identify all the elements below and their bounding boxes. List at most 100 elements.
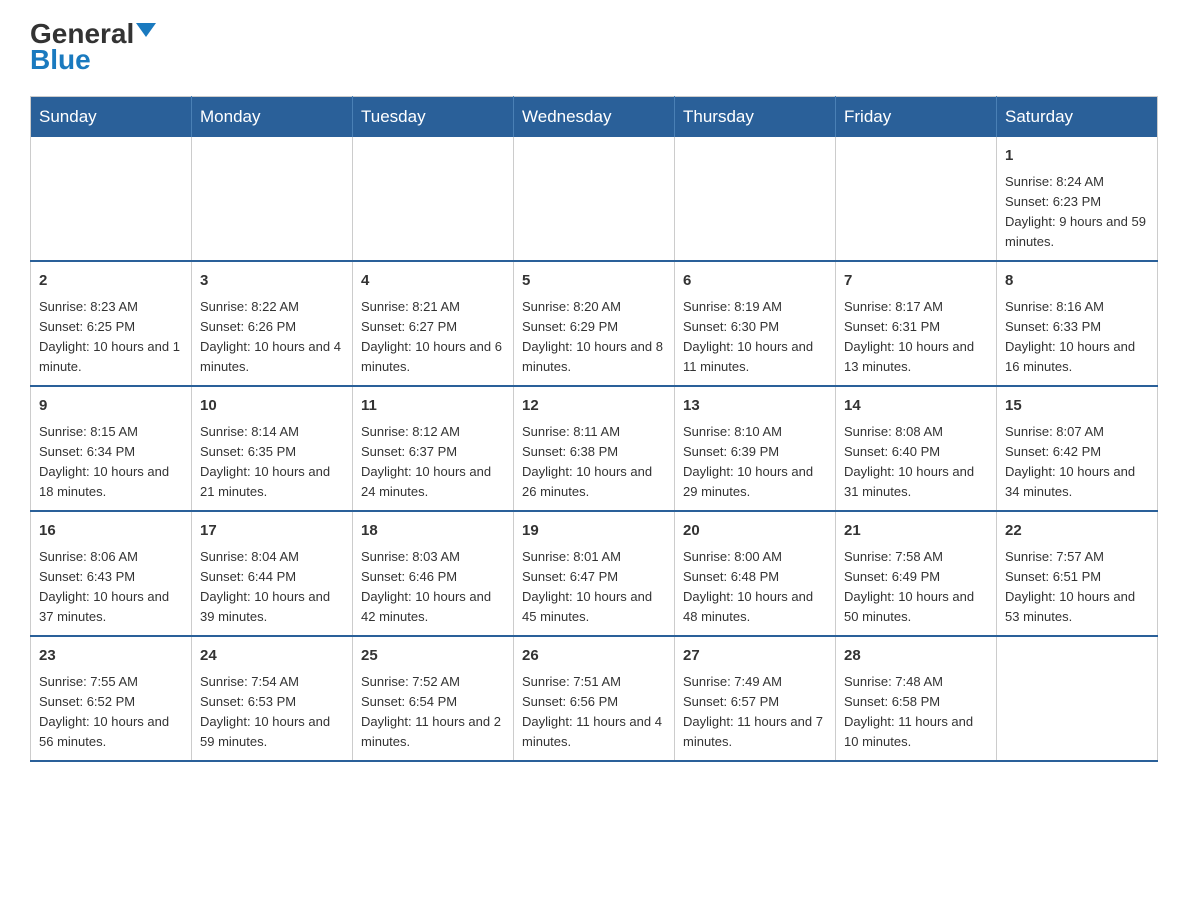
calendar-day-cell [353, 137, 514, 261]
calendar-day-cell: 1 Sunrise: 8:24 AM Sunset: 6:23 PM Daylig… [997, 137, 1158, 261]
day-info: Sunrise: 8:20 AM Sunset: 6:29 PM Dayligh… [522, 297, 666, 378]
calendar-day-cell: 18 Sunrise: 8:03 AM Sunset: 6:46 PM Dayli… [353, 511, 514, 636]
calendar-day-cell: 2 Sunrise: 8:23 AM Sunset: 6:25 PM Daylig… [31, 261, 192, 386]
logo-triangle-icon [136, 23, 156, 37]
calendar-day-cell: 22 Sunrise: 7:57 AM Sunset: 6:51 PM Dayli… [997, 511, 1158, 636]
calendar-day-cell [192, 137, 353, 261]
day-info: Sunrise: 7:49 AM Sunset: 6:57 PM Dayligh… [683, 672, 827, 753]
day-info: Sunrise: 8:23 AM Sunset: 6:25 PM Dayligh… [39, 297, 183, 378]
calendar-day-cell [31, 137, 192, 261]
day-info: Sunrise: 8:15 AM Sunset: 6:34 PM Dayligh… [39, 422, 183, 503]
day-number: 10 [200, 395, 344, 418]
day-info: Sunrise: 7:58 AM Sunset: 6:49 PM Dayligh… [844, 547, 988, 628]
calendar-day-cell: 28 Sunrise: 7:48 AM Sunset: 6:58 PM Dayli… [836, 636, 997, 761]
day-number: 17 [200, 520, 344, 543]
calendar-week-row: 9Sunrise: 8:15 AM Sunset: 6:34 PM Daylig… [31, 386, 1158, 511]
day-number: 1 [1005, 145, 1149, 168]
day-number: 4 [361, 270, 505, 293]
day-number: 13 [683, 395, 827, 418]
calendar-day-cell: 7Sunrise: 8:17 AM Sunset: 6:31 PM Daylig… [836, 261, 997, 386]
calendar-day-cell: 17 Sunrise: 8:04 AM Sunset: 6:44 PM Dayli… [192, 511, 353, 636]
day-of-week-header: Wednesday [514, 97, 675, 138]
day-info: Sunrise: 8:14 AM Sunset: 6:35 PM Dayligh… [200, 422, 344, 503]
day-number: 8 [1005, 270, 1149, 293]
day-number: 12 [522, 395, 666, 418]
calendar-day-cell: 6 Sunrise: 8:19 AM Sunset: 6:30 PM Daylig… [675, 261, 836, 386]
calendar-day-cell: 19Sunrise: 8:01 AM Sunset: 6:47 PM Dayli… [514, 511, 675, 636]
day-info: Sunrise: 7:51 AM Sunset: 6:56 PM Dayligh… [522, 672, 666, 753]
day-number: 22 [1005, 520, 1149, 543]
calendar-day-cell: 8 Sunrise: 8:16 AM Sunset: 6:33 PM Daylig… [997, 261, 1158, 386]
calendar-day-cell: 24Sunrise: 7:54 AM Sunset: 6:53 PM Dayli… [192, 636, 353, 761]
day-of-week-header: Tuesday [353, 97, 514, 138]
day-number: 21 [844, 520, 988, 543]
calendar-day-cell [675, 137, 836, 261]
calendar-day-cell: 27 Sunrise: 7:49 AM Sunset: 6:57 PM Dayli… [675, 636, 836, 761]
day-info: Sunrise: 8:24 AM Sunset: 6:23 PM Dayligh… [1005, 172, 1149, 253]
day-info: Sunrise: 7:57 AM Sunset: 6:51 PM Dayligh… [1005, 547, 1149, 628]
day-info: Sunrise: 8:22 AM Sunset: 6:26 PM Dayligh… [200, 297, 344, 378]
calendar-day-cell: 13 Sunrise: 8:10 AM Sunset: 6:39 PM Dayli… [675, 386, 836, 511]
day-info: Sunrise: 7:54 AM Sunset: 6:53 PM Dayligh… [200, 672, 344, 753]
day-info: Sunrise: 8:08 AM Sunset: 6:40 PM Dayligh… [844, 422, 988, 503]
calendar-day-cell: 10 Sunrise: 8:14 AM Sunset: 6:35 PM Dayli… [192, 386, 353, 511]
day-number: 23 [39, 645, 183, 668]
calendar-day-cell: 26 Sunrise: 7:51 AM Sunset: 6:56 PM Dayli… [514, 636, 675, 761]
calendar-week-row: 16 Sunrise: 8:06 AM Sunset: 6:43 PM Dayli… [31, 511, 1158, 636]
calendar-day-cell: 14Sunrise: 8:08 AM Sunset: 6:40 PM Dayli… [836, 386, 997, 511]
day-number: 18 [361, 520, 505, 543]
day-number: 28 [844, 645, 988, 668]
calendar-table: SundayMondayTuesdayWednesdayThursdayFrid… [30, 96, 1158, 762]
day-info: Sunrise: 8:17 AM Sunset: 6:31 PM Dayligh… [844, 297, 988, 378]
logo: General Blue [30, 20, 156, 76]
day-number: 5 [522, 270, 666, 293]
day-info: Sunrise: 8:03 AM Sunset: 6:46 PM Dayligh… [361, 547, 505, 628]
day-number: 27 [683, 645, 827, 668]
day-of-week-header: Sunday [31, 97, 192, 138]
calendar-day-cell: 20 Sunrise: 8:00 AM Sunset: 6:48 PM Dayli… [675, 511, 836, 636]
day-info: Sunrise: 8:06 AM Sunset: 6:43 PM Dayligh… [39, 547, 183, 628]
calendar-day-cell: 23 Sunrise: 7:55 AM Sunset: 6:52 PM Dayli… [31, 636, 192, 761]
day-info: Sunrise: 8:04 AM Sunset: 6:44 PM Dayligh… [200, 547, 344, 628]
day-number: 3 [200, 270, 344, 293]
day-number: 26 [522, 645, 666, 668]
calendar-day-cell: 25 Sunrise: 7:52 AM Sunset: 6:54 PM Dayli… [353, 636, 514, 761]
day-info: Sunrise: 8:11 AM Sunset: 6:38 PM Dayligh… [522, 422, 666, 503]
day-info: Sunrise: 8:00 AM Sunset: 6:48 PM Dayligh… [683, 547, 827, 628]
day-number: 2 [39, 270, 183, 293]
calendar-week-row: 1 Sunrise: 8:24 AM Sunset: 6:23 PM Daylig… [31, 137, 1158, 261]
calendar-day-cell: 15 Sunrise: 8:07 AM Sunset: 6:42 PM Dayli… [997, 386, 1158, 511]
day-info: Sunrise: 8:07 AM Sunset: 6:42 PM Dayligh… [1005, 422, 1149, 503]
calendar-week-row: 23 Sunrise: 7:55 AM Sunset: 6:52 PM Dayli… [31, 636, 1158, 761]
day-number: 6 [683, 270, 827, 293]
day-info: Sunrise: 8:10 AM Sunset: 6:39 PM Dayligh… [683, 422, 827, 503]
day-of-week-header: Friday [836, 97, 997, 138]
day-info: Sunrise: 7:55 AM Sunset: 6:52 PM Dayligh… [39, 672, 183, 753]
day-number: 15 [1005, 395, 1149, 418]
page-header: General Blue [30, 20, 1158, 76]
day-info: Sunrise: 7:52 AM Sunset: 6:54 PM Dayligh… [361, 672, 505, 753]
day-of-week-header: Thursday [675, 97, 836, 138]
calendar-week-row: 2 Sunrise: 8:23 AM Sunset: 6:25 PM Daylig… [31, 261, 1158, 386]
calendar-header-row: SundayMondayTuesdayWednesdayThursdayFrid… [31, 97, 1158, 138]
day-number: 25 [361, 645, 505, 668]
calendar-day-cell [836, 137, 997, 261]
calendar-day-cell: 4 Sunrise: 8:21 AM Sunset: 6:27 PM Daylig… [353, 261, 514, 386]
day-info: Sunrise: 8:21 AM Sunset: 6:27 PM Dayligh… [361, 297, 505, 378]
day-info: Sunrise: 8:19 AM Sunset: 6:30 PM Dayligh… [683, 297, 827, 378]
day-number: 20 [683, 520, 827, 543]
day-info: Sunrise: 8:01 AM Sunset: 6:47 PM Dayligh… [522, 547, 666, 628]
logo-blue-text: Blue [30, 44, 91, 76]
day-number: 11 [361, 395, 505, 418]
calendar-day-cell: 12 Sunrise: 8:11 AM Sunset: 6:38 PM Dayli… [514, 386, 675, 511]
day-info: Sunrise: 8:16 AM Sunset: 6:33 PM Dayligh… [1005, 297, 1149, 378]
calendar-day-cell: 21 Sunrise: 7:58 AM Sunset: 6:49 PM Dayli… [836, 511, 997, 636]
calendar-day-cell: 3 Sunrise: 8:22 AM Sunset: 6:26 PM Daylig… [192, 261, 353, 386]
calendar-day-cell [514, 137, 675, 261]
calendar-day-cell: 16 Sunrise: 8:06 AM Sunset: 6:43 PM Dayli… [31, 511, 192, 636]
calendar-day-cell [997, 636, 1158, 761]
day-info: Sunrise: 7:48 AM Sunset: 6:58 PM Dayligh… [844, 672, 988, 753]
day-number: 16 [39, 520, 183, 543]
day-info: Sunrise: 8:12 AM Sunset: 6:37 PM Dayligh… [361, 422, 505, 503]
day-of-week-header: Monday [192, 97, 353, 138]
